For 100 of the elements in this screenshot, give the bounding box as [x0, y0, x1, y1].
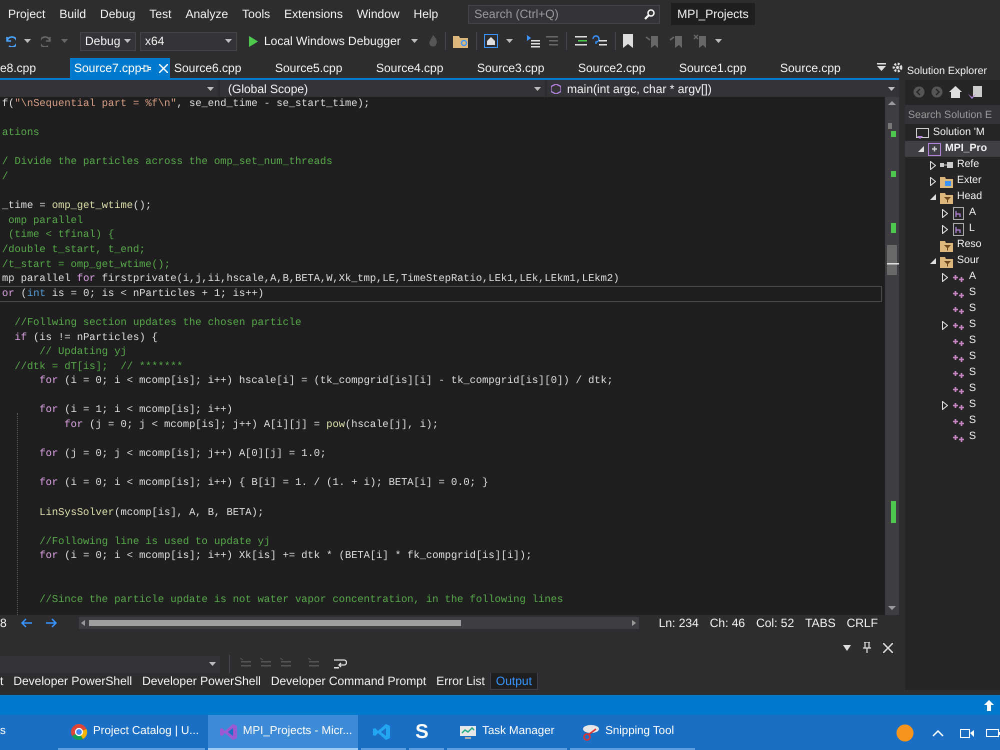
tree-item[interactable]: S	[905, 301, 1000, 317]
menu-item[interactable]: Debug	[94, 5, 142, 23]
scrollbar[interactable]	[885, 97, 899, 615]
menu-item[interactable]: Analyze	[179, 5, 234, 23]
tree-item[interactable]: S	[905, 349, 1000, 365]
collapsed-arrow-icon[interactable]	[942, 224, 948, 234]
tree-item[interactable]: Reso	[905, 237, 1000, 253]
tree-item[interactable]: Exter	[905, 173, 1000, 189]
file-tab[interactable]: Source6.cpp	[170, 58, 271, 78]
caret-icon[interactable]	[506, 39, 513, 43]
tree-item[interactable]: S	[905, 429, 1000, 445]
menu-item[interactable]: Help	[408, 5, 444, 23]
caret-icon[interactable]	[209, 662, 216, 666]
scope-dropdown[interactable]: (Global Scope)	[220, 80, 545, 97]
taskbar-button[interactable]: Task Manager	[447, 715, 568, 750]
tree-item[interactable]: L	[905, 221, 1000, 237]
bookmark-clear-icon[interactable]	[692, 34, 707, 48]
panel-tab[interactable]: Output	[490, 673, 538, 690]
tree-item[interactable]: S	[905, 413, 1000, 429]
collapsed-arrow-icon[interactable]	[942, 208, 948, 218]
platform-dropdown[interactable]: x64	[140, 32, 237, 50]
search-field[interactable]: Search (Ctrl+Q)	[468, 4, 660, 24]
file-tab[interactable]: Source1.cpp	[675, 58, 776, 78]
taskbar-button[interactable]: S	[409, 715, 444, 750]
panel-tab[interactable]: Error List	[431, 673, 490, 690]
expanded-arrow-icon[interactable]	[930, 258, 936, 264]
tree-item[interactable]: A	[905, 269, 1000, 285]
panel-tab[interactable]: Developer PowerShell	[8, 673, 138, 690]
tree-item[interactable]: A	[905, 205, 1000, 221]
undo-icon[interactable]	[4, 35, 16, 47]
start-debugging-button[interactable]: Local Windows Debugger	[247, 32, 403, 50]
panel-tab[interactable]: t	[0, 673, 8, 690]
home-icon[interactable]	[949, 86, 962, 98]
taskbar-button[interactable]: Project Catalog | U...	[58, 715, 205, 750]
outdent-icon[interactable]	[544, 34, 559, 48]
tree-item[interactable]: S	[905, 317, 1000, 333]
comment-lines-icon[interactable]	[574, 34, 588, 48]
file-tab[interactable]: Source3.cpp	[473, 58, 574, 78]
tree-item[interactable]: Sour	[905, 253, 1000, 269]
collapsed-arrow-icon[interactable]	[942, 320, 948, 330]
gear-icon[interactable]	[892, 62, 903, 73]
close-icon[interactable]	[883, 642, 893, 652]
menu-item[interactable]: Window	[350, 5, 406, 23]
forward-arrow-icon[interactable]	[44, 618, 57, 628]
collapsed-arrow-icon[interactable]	[930, 176, 936, 186]
file-tab[interactable]: Source2.cpp	[574, 58, 675, 78]
tree-item[interactable]: Head	[905, 189, 1000, 205]
file-tab[interactable]: Source4.cpp	[372, 58, 473, 78]
taskbar-button[interactable]: Snipping Tool	[570, 715, 696, 750]
pin-icon[interactable]	[863, 642, 871, 653]
tree-item[interactable]: MPI_Pro	[905, 141, 1000, 157]
redo-icon[interactable]	[41, 35, 53, 47]
video-icon[interactable]	[960, 726, 974, 738]
panel-tab[interactable]: Developer PowerShell	[137, 673, 266, 690]
bookmark-icon[interactable]	[622, 34, 633, 48]
collapsed-arrow-icon[interactable]	[942, 400, 948, 410]
search-field[interactable]: Search Solution E	[905, 105, 1000, 124]
list-icon[interactable]	[524, 34, 541, 48]
file-tab[interactable]: Source.cpp	[776, 58, 877, 78]
taskbar-button[interactable]: MPI_Projects - Micr...	[208, 715, 358, 750]
menu-item[interactable]: Tools	[236, 5, 276, 23]
menu-item[interactable]: Extensions	[278, 5, 349, 23]
tree-item[interactable]: Refe	[905, 157, 1000, 173]
taskbar-button[interactable]: s	[0, 715, 50, 750]
tree-item[interactable]: S	[905, 285, 1000, 301]
bookmark-next-icon[interactable]	[668, 34, 683, 48]
file-tab[interactable]: Source5.cpp	[271, 58, 372, 78]
line-ending[interactable]: CRLF	[846, 614, 878, 632]
collapsed-arrow-icon[interactable]	[942, 272, 948, 282]
member-dropdown[interactable]: main(int argc, char * argv[])	[547, 80, 899, 97]
tree-item[interactable]: S	[905, 381, 1000, 397]
tab-list-icon[interactable]	[877, 63, 886, 72]
caret-icon[interactable]	[714, 39, 722, 43]
tree-item[interactable]: S	[905, 365, 1000, 381]
horizontal-scrollbar[interactable]	[78, 616, 639, 628]
window-menu-icon[interactable]	[843, 644, 851, 652]
tree-item[interactable]: Solution 'M	[905, 125, 1000, 141]
caret-icon[interactable]	[207, 86, 214, 90]
zoom-level[interactable]: 8	[0, 614, 7, 632]
menu-item[interactable]: Project	[2, 5, 52, 23]
caret-icon[interactable]	[534, 86, 541, 90]
chevron-up-icon[interactable]	[932, 728, 944, 736]
indent-mode[interactable]: TABS	[805, 614, 836, 632]
battery-icon[interactable]	[986, 728, 1000, 738]
caret-icon[interactable]	[225, 39, 232, 43]
menu-item[interactable]: Build	[53, 5, 92, 23]
bookmark-prev-icon[interactable]	[644, 34, 659, 48]
caret-icon[interactable]	[410, 39, 418, 43]
home-icon[interactable]	[484, 34, 498, 48]
collapsed-arrow-icon[interactable]	[930, 160, 936, 170]
caret-icon[interactable]	[24, 39, 31, 43]
caret-icon[interactable]	[888, 86, 895, 90]
caret-icon[interactable]	[124, 39, 132, 43]
expanded-arrow-icon[interactable]	[930, 194, 936, 200]
file-tab[interactable]: e8.cpp	[0, 58, 70, 78]
tree-item[interactable]: S	[905, 333, 1000, 349]
word-wrap-icon[interactable]	[333, 658, 347, 670]
panel-tab[interactable]: Developer Command Prompt	[266, 673, 432, 690]
publish-arrow-icon[interactable]	[984, 700, 994, 710]
folder-search-icon[interactable]	[452, 34, 469, 48]
